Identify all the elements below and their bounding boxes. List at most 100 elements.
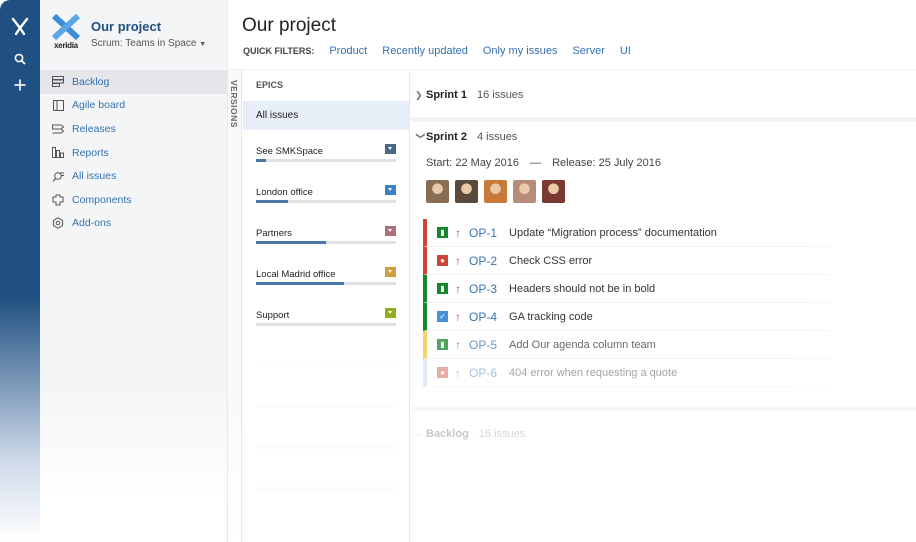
epic-name: Support [256, 310, 290, 321]
backlog-icon [52, 76, 64, 88]
issue-row[interactable]: ● ↑ OP-6 404 error when requesting a quote [423, 359, 833, 387]
sprint-separator [411, 406, 916, 411]
epic-item[interactable]: Partners [243, 212, 409, 253]
sprint-2-header[interactable]: ❯ Sprint 2 4 issues [415, 131, 517, 143]
issue-row[interactable]: ▮ ↑ OP-5 Add Our agenda column team [423, 331, 833, 359]
backlog-header[interactable]: ⌄ [415, 428, 426, 439]
issue-key[interactable]: OP-3 [469, 282, 497, 296]
priority-high-icon: ↑ [455, 309, 461, 324]
epic-placeholder [243, 458, 409, 499]
sprint-issue-count: 16 issues [476, 89, 524, 101]
sidebar-item-label: Backlog [72, 75, 110, 88]
priority-high-icon: ↑ [455, 337, 461, 352]
sidebar-item-add-ons[interactable]: Add-ons [40, 212, 227, 236]
bottom-fade [411, 451, 916, 542]
sprint-name: Sprint 1 [426, 89, 467, 101]
versions-tab[interactable]: VERSIONS [228, 70, 242, 542]
xeridia-logo-icon [51, 13, 81, 41]
epic-all-issues[interactable]: All issues [243, 101, 409, 130]
issue-key[interactable]: OP-1 [469, 226, 497, 240]
epic-progress-bar [256, 282, 396, 285]
sidebar-item-releases[interactable]: Releases [40, 117, 227, 141]
epic-item[interactable]: London office [243, 171, 409, 212]
avatar[interactable] [513, 180, 536, 203]
sprint-separator [411, 117, 916, 122]
issue-key[interactable]: OP-5 [469, 338, 497, 352]
components-icon [52, 194, 64, 206]
release-label: Release: [552, 157, 596, 169]
epic-item[interactable]: Support [243, 294, 409, 335]
epics-faded-list [243, 335, 409, 499]
avatar[interactable] [542, 180, 565, 203]
issue-summary: 404 error when requesting a quote [509, 366, 678, 379]
board-switcher[interactable]: Scrum: Teams in Space ▼ [91, 38, 206, 49]
project-header: xeridia Our project Scrum: Teams in Spac… [40, 0, 227, 70]
start-date: 22 May 2016 [455, 157, 519, 169]
issue-summary: GA tracking code [509, 310, 593, 323]
search-icon[interactable] [0, 44, 40, 74]
project-title[interactable]: Our project [91, 19, 206, 34]
atlassian-logo-icon[interactable] [0, 0, 40, 44]
backlog-section-header[interactable]: Backlog 16 issues [426, 428, 525, 440]
sprint-assignees [426, 180, 571, 203]
epic-item[interactable]: See SMKSpace [243, 130, 409, 171]
quick-filter-recently-updated[interactable]: Recently updated [382, 45, 468, 57]
epic-item[interactable]: Local Madrid office [243, 253, 409, 294]
plus-icon[interactable] [0, 74, 40, 96]
releases-icon [52, 123, 64, 135]
sidebar-item-reports[interactable]: Reports [40, 141, 227, 165]
quick-filter-ui[interactable]: UI [620, 45, 631, 57]
backlog-name: Backlog [426, 428, 469, 440]
epic-placeholder [243, 417, 409, 458]
reports-icon [52, 147, 64, 159]
issue-summary: Check CSS error [509, 254, 593, 267]
chevron-right-icon: ❯ [415, 89, 423, 100]
epic-progress-fill [256, 282, 345, 285]
epic-dropdown-icon[interactable] [385, 308, 396, 318]
sprint-dates: Start: 22 May 2016 — Release: 25 July 20… [426, 157, 661, 169]
issue-summary: Add Our agenda column team [509, 338, 656, 351]
issue-row[interactable]: ✓ ↑ OP-4 GA tracking code [423, 303, 833, 331]
sidebar-item-agile-board[interactable]: Agile board [40, 94, 227, 118]
project-sidebar: xeridia Our project Scrum: Teams in Spac… [40, 0, 228, 542]
issue-row[interactable]: ▮ ↑ OP-1 Update “Migration process” documen… [423, 219, 833, 247]
sidebar-item-label: Agile board [72, 99, 126, 112]
issue-row[interactable]: ▮ ↑ OP-3 Headers should not be in bold [423, 275, 833, 303]
versions-tab-label: VERSIONS [229, 80, 239, 128]
sidebar-item-components[interactable]: Components [40, 188, 227, 212]
avatar[interactable] [426, 180, 449, 203]
epic-progress-fill [256, 200, 289, 203]
quick-filters: QUICK FILTERS: Product Recently updated … [243, 45, 646, 57]
issue-key[interactable]: OP-4 [469, 310, 497, 324]
project-logo[interactable]: xeridia [51, 13, 81, 52]
board-name: Scrum: Teams in Space [91, 38, 197, 49]
sidebar-item-label: All issues [72, 170, 117, 183]
issue-summary: Update “Migration process” documentation [509, 226, 717, 239]
avatar[interactable] [484, 180, 507, 203]
epic-dropdown-icon[interactable] [385, 267, 396, 277]
epic-dropdown-icon[interactable] [385, 185, 396, 195]
sidebar-item-all-issues[interactable]: All issues [40, 164, 227, 188]
epic-dropdown-icon[interactable] [385, 226, 396, 236]
backlog-sprints: ❯ Sprint 1 16 issues ❯ Sprint 2 4 issues… [411, 71, 916, 542]
sprint-issue-list: ▮ ↑ OP-1 Update “Migration process” documen… [423, 219, 833, 387]
sidebar-item-backlog[interactable]: Backlog [40, 70, 227, 94]
story-type-icon: ▮ [437, 227, 448, 238]
priority-high-icon: ↑ [455, 225, 461, 240]
epic-name: London office [256, 187, 313, 198]
avatar[interactable] [455, 180, 478, 203]
quick-filter-only-my-issues[interactable]: Only my issues [483, 45, 558, 57]
epic-dropdown-icon[interactable] [385, 144, 396, 154]
quick-filters-label: QUICK FILTERS: [243, 46, 315, 56]
date-separator: — [530, 157, 542, 169]
issue-list-fade [776, 219, 916, 389]
addons-icon [52, 217, 64, 230]
issue-key[interactable]: OP-2 [469, 254, 497, 268]
issue-key[interactable]: OP-6 [469, 366, 497, 380]
bug-type-icon: ● [437, 255, 448, 266]
issue-row[interactable]: ● ↑ OP-2 Check CSS error [423, 247, 833, 275]
quick-filter-product[interactable]: Product [329, 45, 367, 57]
quick-filter-server[interactable]: Server [572, 45, 604, 57]
sprint-1-header[interactable]: ❯ Sprint 1 16 issues [415, 89, 523, 101]
sidebar-item-label: Components [72, 193, 132, 206]
